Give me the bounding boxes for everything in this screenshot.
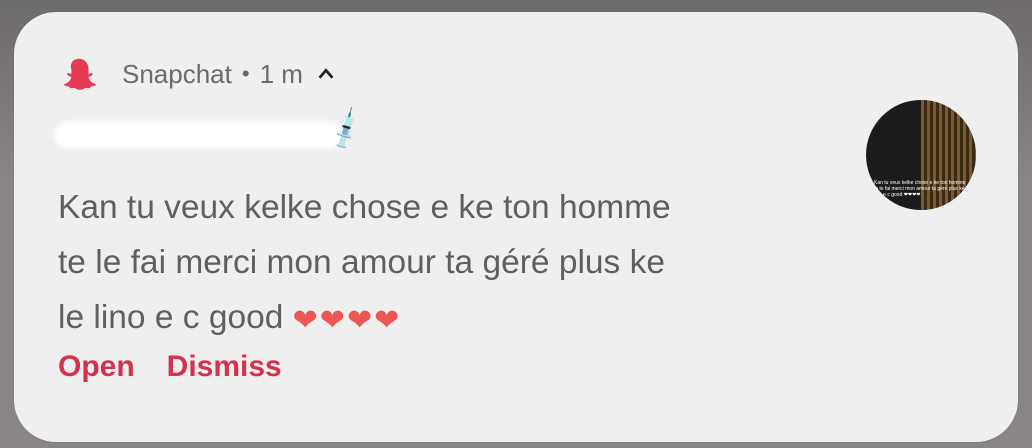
chevron-up-icon[interactable]	[315, 63, 337, 85]
notification-time: 1 m	[259, 58, 303, 89]
message-line: le lino e c good ❤❤❤❤	[58, 290, 798, 348]
sender-name-redacted: 💉	[54, 106, 371, 160]
message-line-text: le lino e c good	[58, 299, 284, 336]
notification-card[interactable]: Snapchat • 1 m 💉 Kan tu veux kelke chose…	[14, 12, 1018, 442]
snapchat-ghost-icon	[63, 58, 97, 90]
message-line: te le fai merci mon amour ta géré plus k…	[58, 244, 665, 281]
app-name: Snapchat	[122, 58, 232, 89]
notification-message: Kan tu veux kelke chose e ke ton homme t…	[58, 180, 798, 348]
thumbnail-caption: Kan tu veux kelke chose e ke ton homme t…	[874, 180, 970, 198]
redaction-blur	[54, 122, 344, 148]
message-line: Kan tu veux kelke chose e ke ton homme	[58, 189, 671, 226]
separator-dot: •	[241, 61, 250, 86]
dismiss-button[interactable]: Dismiss	[167, 350, 282, 384]
notification-actions: Open Dismiss	[58, 350, 282, 384]
open-button[interactable]: Open	[58, 350, 135, 384]
notification-header: Snapchat • 1 m	[60, 56, 337, 92]
hearts-emoji: ❤❤❤❤	[292, 304, 402, 337]
snap-thumbnail: Kan tu veux kelke chose e ke ton homme t…	[866, 100, 976, 210]
